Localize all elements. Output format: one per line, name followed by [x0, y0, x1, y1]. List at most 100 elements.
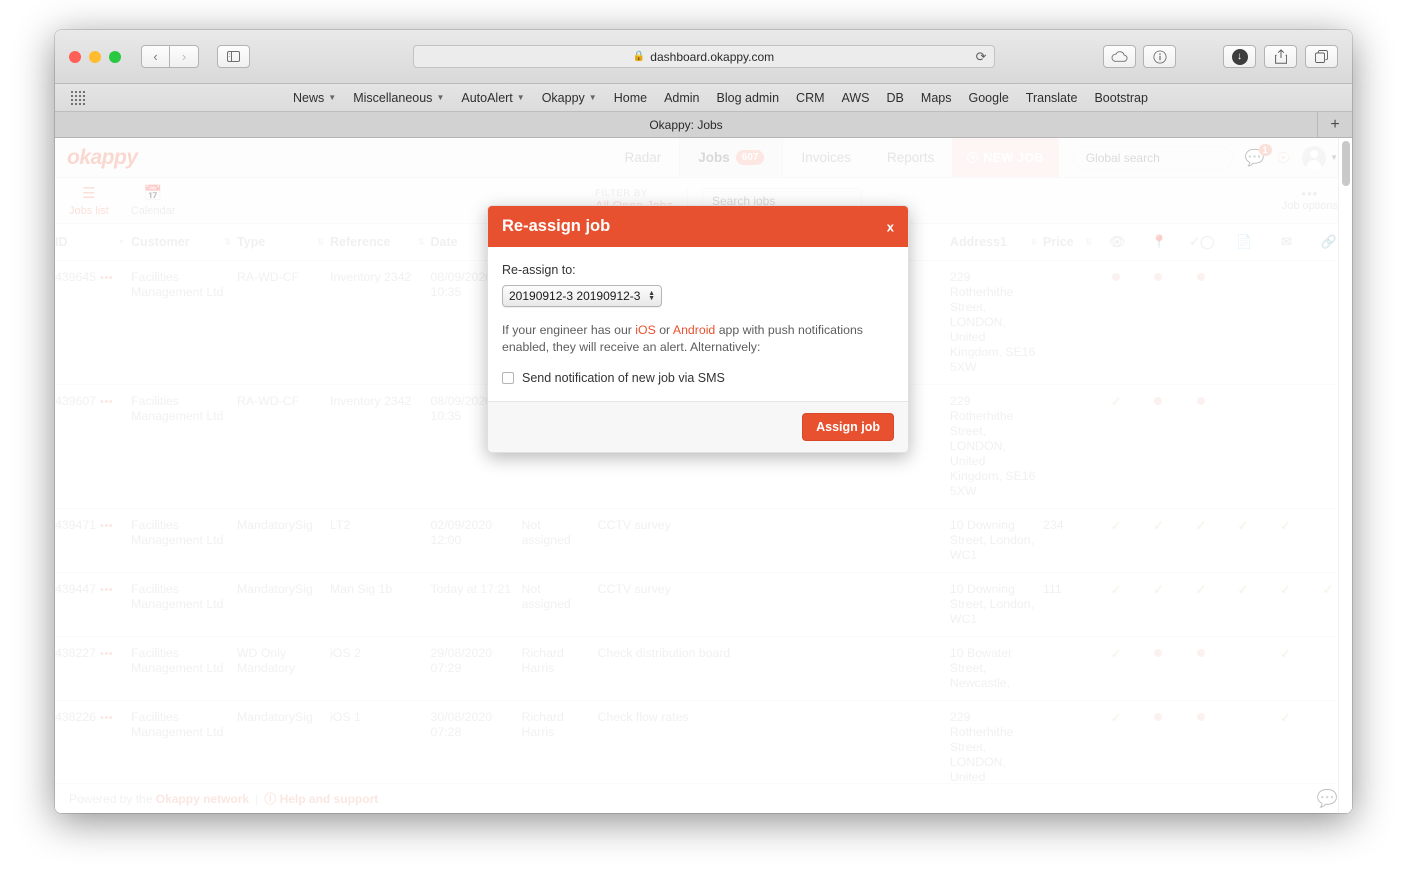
messages-icon[interactable]: 💬 1 — [1245, 143, 1272, 168]
nav-item-radar[interactable]: Radar — [606, 138, 679, 177]
bookmark-miscellaneous[interactable]: Miscellaneous ▼ — [353, 91, 444, 105]
bookmark-autoalert[interactable]: AutoAlert ▼ — [461, 91, 524, 105]
job-options-button[interactable]: ••• Job options — [1282, 187, 1338, 212]
bookmark-home[interactable]: Home — [614, 91, 647, 105]
ios-link[interactable]: iOS — [635, 323, 656, 337]
row-actions-ellipsis-icon[interactable]: ••• — [100, 272, 113, 284]
bookmark-news[interactable]: News ▼ — [293, 91, 336, 105]
apps-grid-icon[interactable] — [71, 90, 85, 105]
cell-status-check-circle-icon[interactable]: ✓ — [1182, 572, 1225, 637]
cell-status-location-pin-icon[interactable]: ✓ — [1140, 572, 1183, 637]
bookmark-blog-admin[interactable]: Blog admin — [717, 91, 780, 105]
subnav-item-jobs-list[interactable]: ☰ Jobs list — [69, 184, 109, 217]
cell-status-check-circle-icon[interactable]: ✓ — [1182, 508, 1225, 573]
column-header-document-icon[interactable]: 📄 — [1224, 224, 1268, 261]
footer-brand-link[interactable]: Okappy network — [156, 792, 249, 806]
user-menu[interactable]: ▼ — [1302, 145, 1338, 170]
job-id-link[interactable]: 438227 — [55, 646, 96, 660]
cell-customer[interactable]: Facilities Management Ltd — [131, 260, 237, 385]
table-row[interactable]: 439447 ••• Facilities Management Ltd Mandat… — [55, 572, 1352, 637]
column-header-check-circle-icon[interactable]: ✓◯ — [1182, 224, 1225, 261]
address-bar[interactable]: 🔒 dashboard.okappy.com ⟳ — [412, 45, 995, 68]
cell-id[interactable]: 439447 ••• — [55, 572, 132, 637]
cell-status-envelope-icon[interactable]: ✓ — [1267, 636, 1310, 701]
assign-job-button[interactable]: Assign job — [802, 413, 894, 441]
global-search-input[interactable] — [1073, 150, 1232, 165]
cell-customer[interactable]: Facilities Management Ltd — [131, 508, 237, 573]
column-header-address1[interactable]: Address1 ⇅ — [949, 224, 1044, 261]
bookmark-maps[interactable]: Maps — [921, 91, 952, 105]
close-window-button[interactable] — [69, 50, 81, 63]
job-id-link[interactable]: 438226 — [55, 710, 96, 724]
job-id-link[interactable]: 439607 — [55, 394, 96, 408]
cell-status-envelope-icon[interactable]: ✓ — [1267, 508, 1310, 573]
nav-item-invoices[interactable]: Invoices — [783, 138, 869, 177]
bookmark-admin[interactable]: Admin — [664, 91, 699, 105]
row-actions-ellipsis-icon[interactable]: ••• — [100, 648, 113, 660]
cell-status-location-pin-icon[interactable] — [1140, 260, 1183, 385]
subnav-item-calendar[interactable]: 📅 Calendar — [131, 184, 176, 217]
bookmark-bootstrap[interactable]: Bootstrap — [1094, 91, 1148, 105]
cell-customer[interactable]: Facilities Management Ltd — [131, 572, 237, 637]
row-actions-ellipsis-icon[interactable]: ••• — [100, 584, 113, 596]
maximize-window-button[interactable] — [109, 50, 121, 63]
sms-notification-checkbox-row[interactable]: Send notification of new job via SMS — [502, 371, 894, 385]
bookmark-crm[interactable]: CRM — [796, 91, 824, 105]
notifications-icon[interactable]: ☉ — [1277, 149, 1290, 167]
cell-status-document-icon[interactable] — [1224, 636, 1268, 701]
column-header-envelope-icon[interactable]: ✉ — [1267, 224, 1310, 261]
cell-status-location-pin-icon[interactable] — [1140, 384, 1183, 509]
row-actions-ellipsis-icon[interactable]: ••• — [100, 520, 113, 532]
cell-status-eye-icon[interactable]: ✓ — [1098, 572, 1141, 637]
cell-status-check-circle-icon[interactable] — [1182, 636, 1225, 701]
table-row[interactable]: 438227 ••• Facilities Management Ltd WD Onl… — [55, 636, 1352, 701]
reload-icon[interactable]: ⟳ — [976, 49, 987, 65]
cell-status-envelope-icon[interactable] — [1267, 384, 1310, 509]
cell-status-envelope-icon[interactable] — [1267, 260, 1310, 385]
tab-overview-icon[interactable] — [1305, 45, 1338, 68]
nav-item-reports[interactable]: Reports — [869, 138, 952, 177]
page-scrollbar[interactable] — [1338, 138, 1352, 813]
okappy-logo[interactable]: okappy — [55, 138, 205, 177]
minimize-window-button[interactable] — [89, 50, 101, 63]
forward-icon[interactable]: › — [170, 45, 199, 68]
cell-status-envelope-icon[interactable]: ✓ — [1267, 572, 1310, 637]
bookmark-db[interactable]: DB — [887, 91, 904, 105]
chat-bubble-icon[interactable]: 💬 — [1317, 789, 1338, 809]
cell-id[interactable]: 438227 ••• — [55, 636, 132, 701]
close-icon[interactable]: x — [887, 219, 894, 234]
sidebar-icon[interactable] — [217, 45, 250, 68]
cell-status-eye-icon[interactable] — [1098, 260, 1141, 385]
sms-notification-checkbox[interactable] — [502, 372, 514, 384]
android-link[interactable]: Android — [673, 323, 715, 337]
cell-status-document-icon[interactable] — [1224, 384, 1268, 509]
download-icon[interactable]: ↓ — [1223, 45, 1256, 68]
footer-help-link[interactable]: ⓘ Help and support — [264, 790, 378, 807]
info-icon[interactable] — [1143, 45, 1176, 68]
column-header-reference[interactable]: Reference ⇅ — [330, 224, 431, 261]
share-icon[interactable] — [1264, 45, 1297, 68]
cell-status-document-icon[interactable] — [1224, 260, 1268, 385]
cell-id[interactable]: 439471 ••• — [55, 508, 132, 573]
column-header-price[interactable]: Price ⇅ — [1043, 224, 1099, 261]
reassign-to-select[interactable]: 20190912-3 20190912-3 ▲ ▼ — [502, 285, 662, 307]
column-header-customer[interactable]: Customer ⇅ — [131, 224, 237, 261]
bookmark-okappy[interactable]: Okappy ▼ — [542, 91, 597, 105]
row-actions-ellipsis-icon[interactable]: ••• — [100, 396, 113, 408]
cell-status-location-pin-icon[interactable] — [1140, 636, 1183, 701]
new-tab-button[interactable]: + — [1318, 112, 1352, 137]
cell-status-document-icon[interactable]: ✓ — [1224, 572, 1268, 637]
job-id-link[interactable]: 439645 — [55, 270, 96, 284]
bookmark-aws[interactable]: AWS — [842, 91, 870, 105]
cell-customer[interactable]: Facilities Management Ltd — [131, 384, 237, 509]
back-icon[interactable]: ‹ — [141, 45, 170, 68]
cell-status-location-pin-icon[interactable]: ✓ — [1140, 508, 1183, 573]
cell-status-eye-icon[interactable]: ✓ — [1098, 636, 1141, 701]
cell-status-check-circle-icon[interactable] — [1182, 260, 1225, 385]
global-search[interactable]: 🔍 — [1072, 145, 1233, 170]
cell-status-eye-icon[interactable]: ✓ — [1098, 508, 1141, 573]
job-id-link[interactable]: 439447 — [55, 582, 96, 596]
column-header-eye-icon[interactable]: 👁 — [1098, 224, 1141, 261]
browser-tab-okappy-jobs[interactable]: Okappy: Jobs — [55, 112, 1318, 137]
row-actions-ellipsis-icon[interactable]: ••• — [100, 712, 113, 724]
